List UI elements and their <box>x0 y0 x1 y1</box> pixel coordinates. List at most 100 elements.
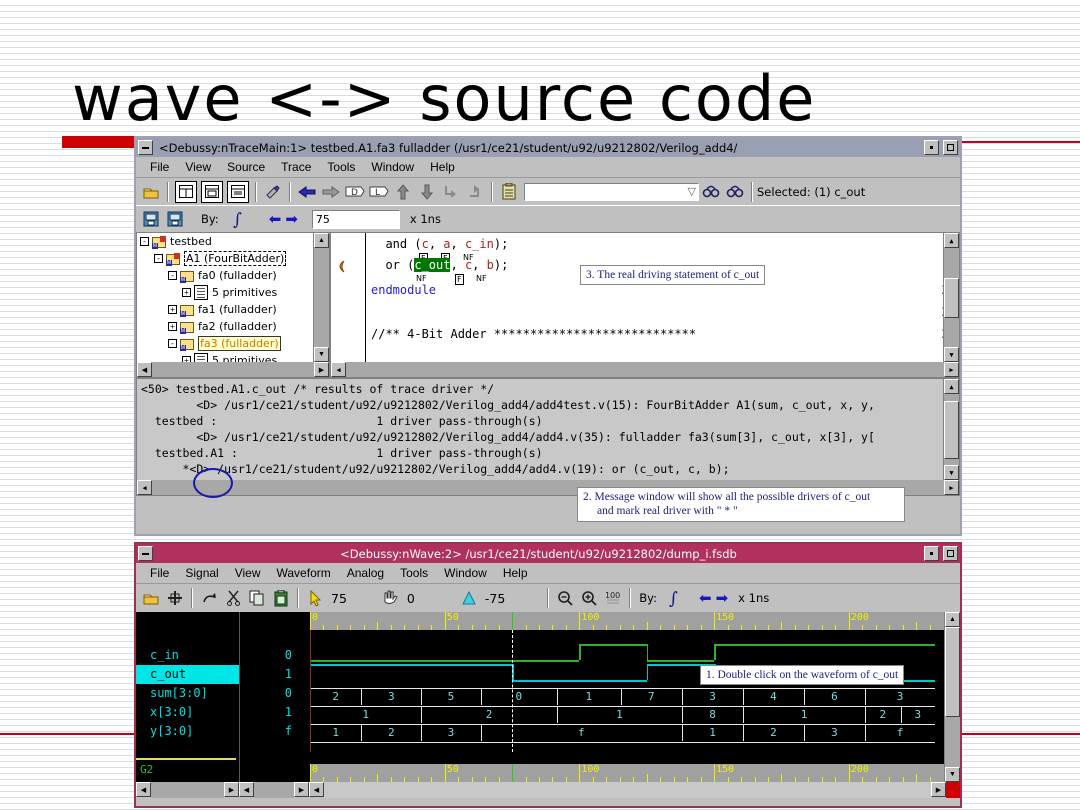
collapse-toggle-icon[interactable]: - <box>140 237 149 246</box>
menu-window[interactable]: Window <box>436 566 495 580</box>
integral-icon[interactable]: ∫ <box>663 588 683 608</box>
values-scroll-right-button[interactable]: ▶ <box>294 782 309 797</box>
load-l-icon[interactable]: L <box>369 182 389 202</box>
ntrace-window[interactable]: <Debussy:nTraceMain:1> testbed.A1.fa3 fu… <box>134 136 962 536</box>
open-folder-icon[interactable] <box>141 588 161 608</box>
menu-source[interactable]: Source <box>219 160 273 174</box>
tree-node-5[interactable]: +5 primitives <box>137 284 314 301</box>
time-ruler-top[interactable]: 0 50 100 150 200 <box>310 612 960 630</box>
menu-waveform[interactable]: Waveform <box>269 566 339 580</box>
tree-scroll-up-button[interactable]: ▲ <box>314 233 329 248</box>
collapse-toggle-icon[interactable]: - <box>168 339 177 348</box>
source-hscrollbar[interactable]: ◀ ▶ <box>331 362 959 377</box>
nwave-toolbar[interactable]: 75 0 -75 100 By: ∫ ⬅ ➡ x 1ns <box>136 584 960 612</box>
source-scroll-left-button[interactable]: ◀ <box>331 362 346 377</box>
tree-node-5[interactable]: +5 primitives <box>137 352 314 362</box>
window-list-icon[interactable] <box>227 180 249 203</box>
nwave-titlebar[interactable]: <Debussy:nWave:2> /usr1/ce21/student/u92… <box>136 544 960 563</box>
source-vscrollbar[interactable]: ▲ ▼ <box>943 233 959 362</box>
tree-node-testbed[interactable]: - Mtestbed <box>137 233 314 250</box>
ntrace-toolbar-2[interactable]: By: ∫ ⬅ ➡ 75 x 1ns <box>136 205 960 232</box>
menu-view[interactable]: View <box>177 160 219 174</box>
time-input[interactable]: 75 <box>311 209 400 229</box>
cursor-arrow-icon[interactable] <box>305 588 325 608</box>
snapshot-icon[interactable] <box>141 209 161 229</box>
undo-icon[interactable] <box>199 588 219 608</box>
names-hscrollbar[interactable]: ◀ ▶ <box>136 782 239 798</box>
values-hscrollbar[interactable]: ◀ ▶ <box>239 782 309 798</box>
signal-name-c_in[interactable]: c_in <box>136 646 239 665</box>
maximize-button[interactable] <box>943 546 958 561</box>
collapse-toggle-icon[interactable]: - <box>168 271 177 280</box>
source-code-view[interactable]: 18 19 20 21 22 and (c, a, c_in); F F NF … <box>330 232 960 378</box>
integral-icon[interactable]: ∫ <box>227 209 247 229</box>
source-scroll-right-button[interactable]: ▶ <box>944 362 959 377</box>
forward-arrow-icon[interactable] <box>321 182 341 202</box>
tree-node-fa1[interactable]: + Mfa1 (fulladder) <box>137 301 314 318</box>
signal-name-list[interactable]: c_in c_out sum[3:0] x[3:0] y[3:0] G2 <box>136 612 240 782</box>
hand-marker-icon[interactable] <box>381 588 401 608</box>
tree-vscrollbar[interactable]: ▲ ▼ <box>313 233 329 362</box>
driver-d-icon[interactable]: D <box>345 182 365 202</box>
reload-icon[interactable] <box>165 588 185 608</box>
message-vscrollbar[interactable]: ▲ ▼ <box>943 379 959 480</box>
menu-tools[interactable]: Tools <box>319 160 363 174</box>
menu-signal[interactable]: Signal <box>177 566 226 580</box>
source-line-19[interactable]: or (c_out, c, b); <box>371 258 508 272</box>
zoom-in-icon[interactable] <box>579 588 599 608</box>
left-arrow-icon[interactable]: ⬅ <box>269 212 282 227</box>
window-split-icon[interactable] <box>201 180 223 203</box>
waveform-segment[interactable] <box>646 660 715 662</box>
step-out-icon[interactable] <box>465 182 485 202</box>
tree-node-fa0[interactable]: - Mfa0 (fulladder) <box>137 267 314 284</box>
ruler-cursor-marker[interactable] <box>512 764 514 782</box>
wave-scroll-right-button[interactable]: ▶ <box>931 782 946 797</box>
expand-toggle-icon[interactable]: + <box>182 288 191 297</box>
menu-tools[interactable]: Tools <box>392 566 436 580</box>
source-scroll-down-button[interactable]: ▼ <box>944 347 959 362</box>
menu-file[interactable]: File <box>142 160 177 174</box>
menu-analog[interactable]: Analog <box>339 566 392 580</box>
ntrace-titlebar[interactable]: <Debussy:nTraceMain:1> testbed.A1.fa3 fu… <box>136 138 960 157</box>
nwave-menubar[interactable]: File Signal View Waveform Analog Tools W… <box>136 563 960 584</box>
signal-a[interactable]: a <box>443 237 450 251</box>
search-input[interactable]: ▽ <box>524 182 699 201</box>
wave-vscrollbar[interactable]: ▲ ▼ <box>944 612 960 782</box>
menu-view[interactable]: View <box>227 566 269 580</box>
minimize-button[interactable] <box>138 140 153 155</box>
collapse-toggle-icon[interactable]: - <box>154 254 163 263</box>
step-in-icon[interactable] <box>441 182 461 202</box>
snapshot2-icon[interactable] <box>165 209 185 229</box>
right-arrow-icon[interactable]: ➡ <box>285 212 298 227</box>
signal-name-sum30[interactable]: sum[3:0] <box>136 684 239 703</box>
menu-help[interactable]: Help <box>495 566 536 580</box>
waveform-segment[interactable] <box>579 644 647 646</box>
source-line-22[interactable]: //** 4-Bit Adder ***********************… <box>371 327 696 341</box>
names-scroll-left-button[interactable]: ◀ <box>136 782 151 797</box>
paste-icon[interactable] <box>271 588 291 608</box>
expand-toggle-icon[interactable]: + <box>168 322 177 331</box>
signal-c-in[interactable]: c_in <box>465 237 494 251</box>
waveform-segment[interactable] <box>310 664 513 666</box>
message-scroll-left-button[interactable]: ◀ <box>137 480 152 495</box>
message-window[interactable]: <50> testbed.A1.c_out /* results of trac… <box>136 378 960 496</box>
message-scroll-up-button[interactable]: ▲ <box>944 379 959 394</box>
nwave-bottom-scrollbars[interactable]: ◀ ▶ ◀ ▶ ◀ ▶ <box>136 782 960 799</box>
left-arrow-icon[interactable]: ⬅ <box>699 591 712 606</box>
expand-toggle-icon[interactable]: + <box>168 305 177 314</box>
tree-scroll-down-button[interactable]: ▼ <box>314 347 329 362</box>
source-scroll-up-button[interactable]: ▲ <box>944 233 959 248</box>
up-arrow-icon[interactable] <box>393 182 413 202</box>
window-tile-icon[interactable] <box>175 180 197 203</box>
tree-node-a1[interactable]: - M A1 (FourBitAdder) <box>137 250 314 267</box>
waveform-segment[interactable] <box>714 644 935 646</box>
waveform-cursor[interactable] <box>512 630 514 752</box>
wave-scroll-left-button[interactable]: ◀ <box>309 782 324 797</box>
time-ruler-bottom[interactable]: 0 50 100 150 200 <box>310 764 945 782</box>
ruler-cursor-marker[interactable] <box>512 612 514 630</box>
waveform-canvas[interactable]: 0 50 100 150 200 23501734631218123123f123f 0… <box>310 612 960 782</box>
waveform-segment[interactable] <box>310 660 513 662</box>
signal-name-y30[interactable]: y[3:0] <box>136 722 239 741</box>
signal-name-x30[interactable]: x[3:0] <box>136 703 239 722</box>
copy-icon[interactable] <box>247 588 267 608</box>
